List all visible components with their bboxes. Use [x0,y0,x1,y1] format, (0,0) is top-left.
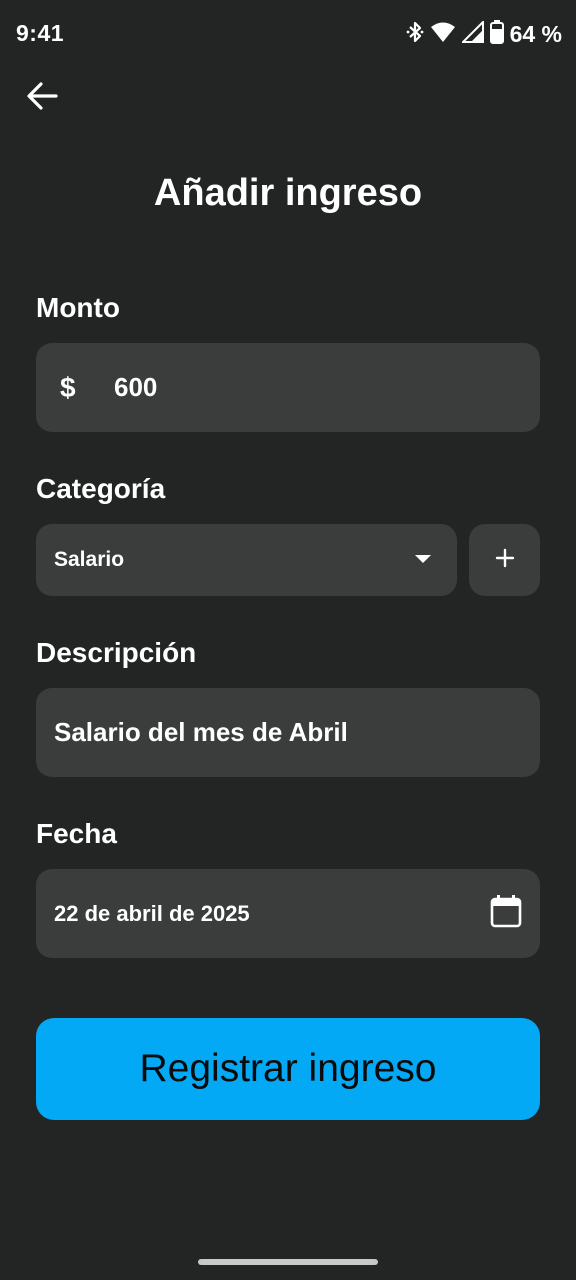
currency-symbol: $ [60,371,76,403]
amount-input[interactable]: $ 600 [36,343,540,432]
back-button[interactable] [20,76,64,120]
dropdown-arrow-icon [415,551,431,569]
status-time: 9:41 [16,20,65,46]
signal-icon [460,19,484,48]
category-selected-value: Salario [54,548,125,571]
category-dropdown[interactable]: Salario [36,524,457,596]
description-label: Descripción [36,637,197,668]
date-value: 22 de abril de 2025 [54,900,250,926]
home-indicator[interactable] [198,1259,378,1265]
page-title: Añadir ingreso [153,172,423,214]
date-label: Fecha [36,818,117,849]
amount-label: Monto [36,292,120,323]
description-input[interactable]: Salario del mes de Abril [36,688,540,777]
status-icons: 64 % [406,19,562,49]
description-value: Salario del mes de Abril [54,717,348,747]
register-income-button[interactable]: Registrar ingreso [36,1018,540,1120]
back-arrow-icon [26,81,58,116]
add-category-button[interactable] [469,524,540,596]
battery-percentage: 64 % [509,20,562,47]
calendar-icon[interactable] [490,894,522,933]
wifi-icon [430,21,456,48]
amount-value: 600 [114,372,158,402]
battery-icon [489,19,504,49]
plus-icon [495,548,515,573]
date-picker[interactable]: 22 de abril de 2025 [36,869,540,958]
bluetooth-icon [406,21,424,48]
status-bar: 9:41 64 % [0,0,576,68]
category-label: Categoría [36,473,166,504]
